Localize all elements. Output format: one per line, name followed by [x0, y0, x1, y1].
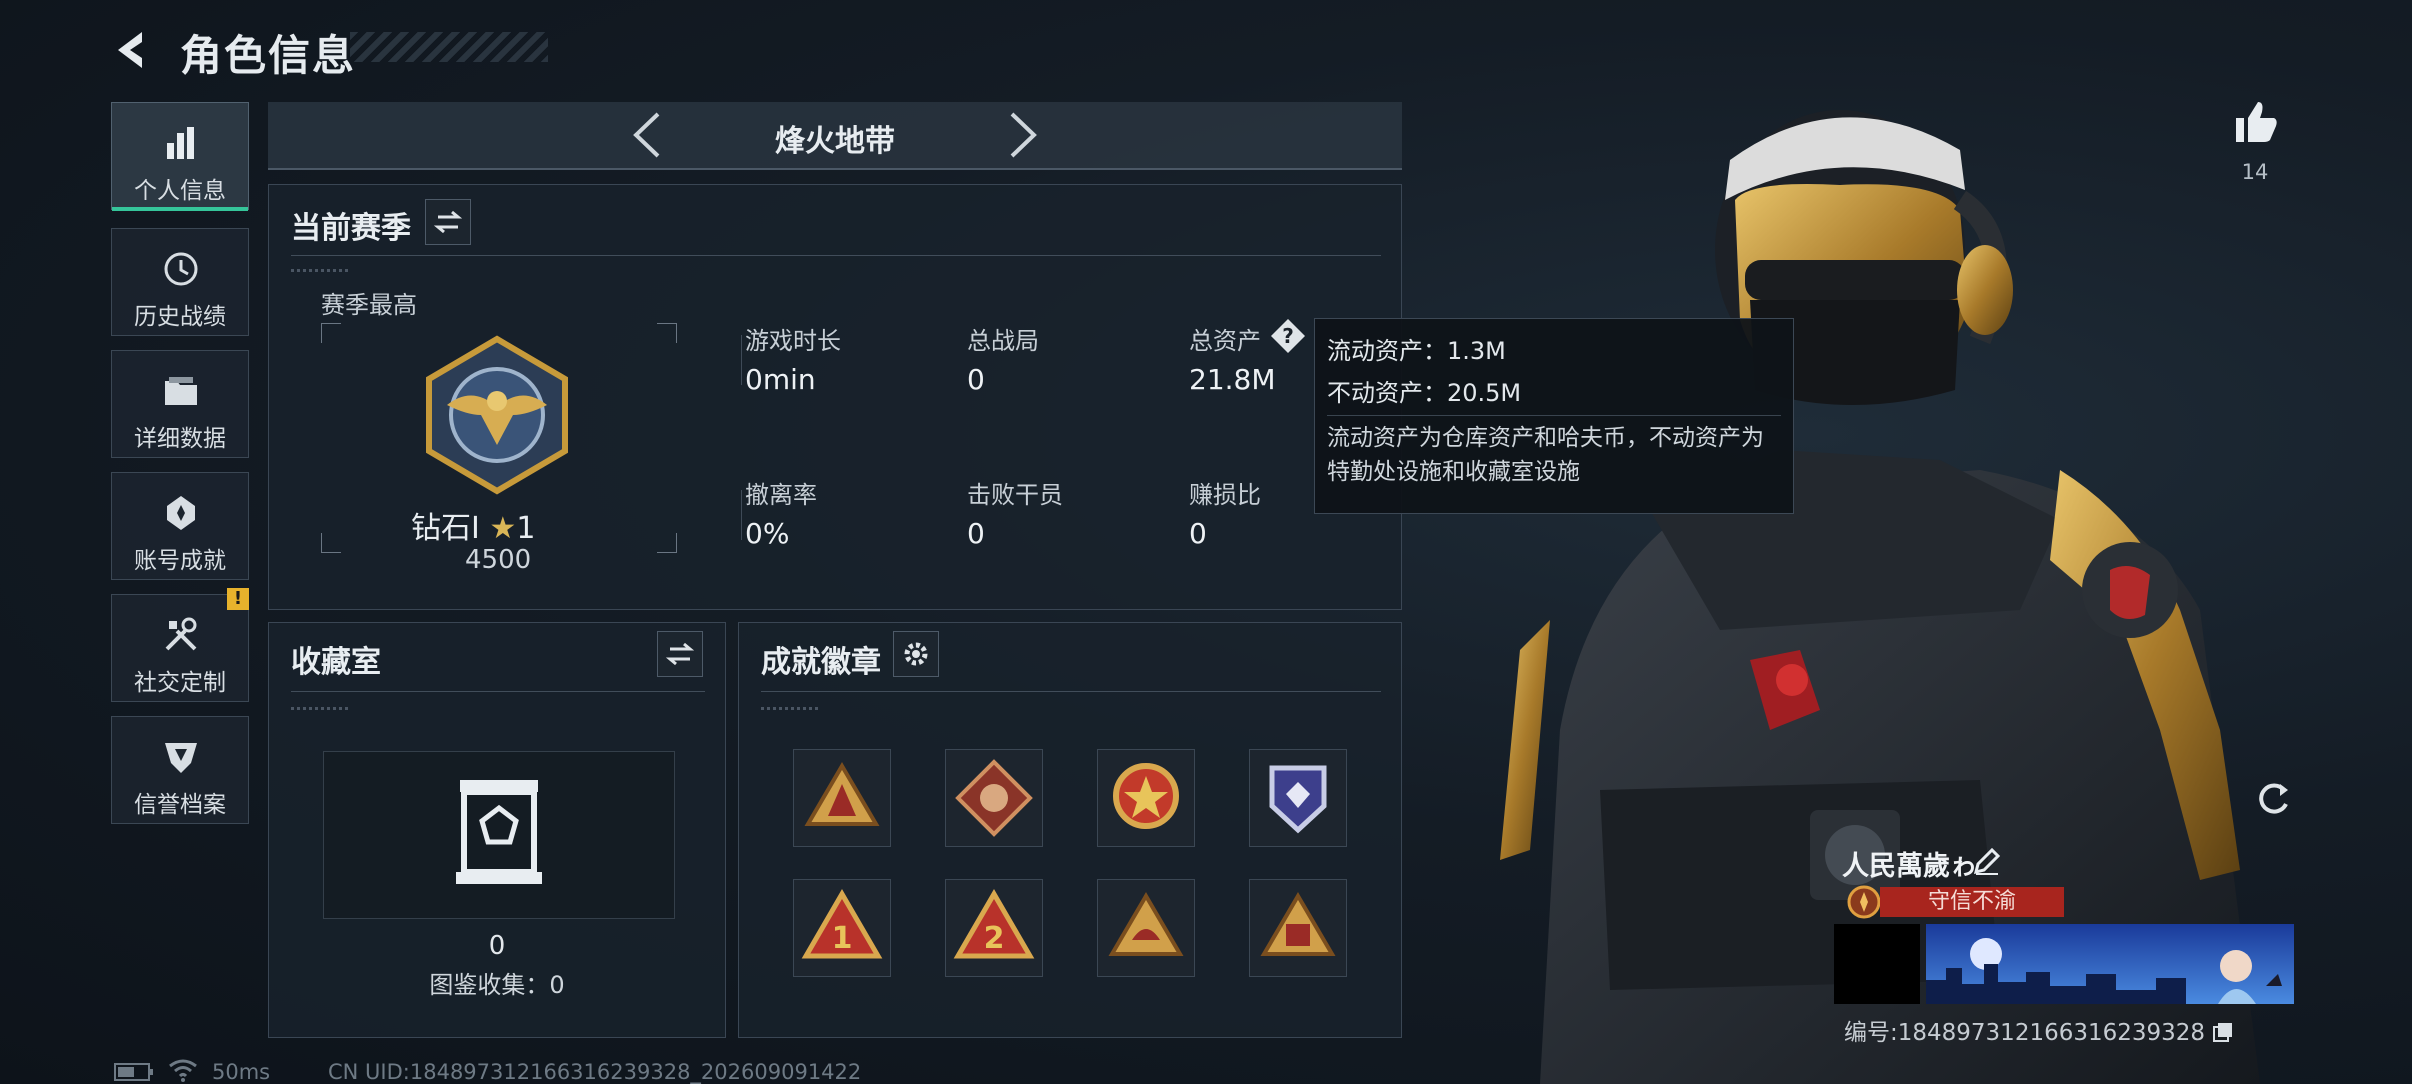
svg-text:1: 1	[832, 921, 853, 956]
sidebar-item-reputation[interactable]: 信誉档案	[111, 716, 249, 824]
stat-value-extract-rate: 0%	[745, 517, 790, 550]
sidebar-item-label: 历史战绩	[134, 304, 226, 330]
stat-label-play-time: 游戏时长	[745, 327, 841, 355]
achievement-badge[interactable]	[793, 749, 891, 847]
sidebar-item-social[interactable]: 社交定制	[111, 594, 249, 702]
copy-icon[interactable]	[2212, 1021, 2234, 1043]
like-count: 14	[2241, 160, 2269, 184]
reputation-emblem-icon	[1847, 885, 1881, 919]
sidebar-item-label: 信誉档案	[134, 792, 226, 818]
ping-text: 50ms	[212, 1060, 271, 1084]
season-switch-button[interactable]	[425, 199, 471, 245]
back-arrow-icon[interactable]	[112, 28, 156, 72]
display-case-icon	[456, 780, 542, 884]
season-best-label: 赛季最高	[321, 291, 417, 319]
achievement-badge[interactable]	[1097, 749, 1195, 847]
sidebar-item-personal-info[interactable]: 个人信息	[111, 102, 249, 211]
sidebar-item-history[interactable]: 历史战绩	[111, 228, 249, 336]
season-title: 当前赛季	[291, 211, 411, 246]
player-uid: 编号:1848973121663162393​28	[1844, 1013, 2234, 1047]
star-icon: ★	[489, 511, 517, 546]
reputation-label: 守信不渝	[1927, 889, 2016, 914]
page-title: 角色信息	[180, 31, 357, 80]
svg-text:2: 2	[984, 921, 1005, 956]
stat-label-extract-rate: 撤离率	[745, 481, 817, 509]
edit-pencil-icon[interactable]	[1972, 846, 2002, 876]
tooltip-fixed-assets: 不动资产：20.5M	[1327, 379, 1522, 407]
collection-title: 收藏室	[291, 645, 381, 680]
shield-icon	[165, 743, 197, 773]
sidebar-item-label: 个人信息	[134, 178, 226, 204]
gear-icon	[904, 642, 928, 666]
chevron-right-icon[interactable]	[1006, 110, 1042, 160]
stat-label-operators-defeated: 击败干员	[967, 481, 1063, 509]
collection-panel: 收藏室 0 图鉴收集：0	[268, 622, 726, 1038]
wifi-icon	[169, 1059, 197, 1082]
achievement-badge[interactable]: 2	[945, 879, 1043, 977]
swap-icon	[433, 210, 463, 234]
stat-value-operators-defeated: 0	[967, 517, 985, 550]
badges-settings-button[interactable]	[893, 631, 939, 677]
player-banner[interactable]	[1926, 924, 2294, 1004]
collection-preview[interactable]	[323, 751, 675, 919]
rank-one-badge-icon: 1	[801, 889, 883, 959]
sidebar-item-label: 社交定制	[134, 670, 226, 696]
achievement-icon	[167, 496, 195, 530]
collection-switch-button[interactable]	[657, 631, 703, 677]
rank-two-badge-icon: 2	[953, 889, 1035, 959]
triangle-soldier-badge-icon	[804, 762, 880, 826]
achievement-badge[interactable]	[1249, 879, 1347, 977]
achievement-badge[interactable]	[1249, 749, 1347, 847]
stat-value-play-time: 0min	[745, 363, 816, 396]
history-icon	[164, 252, 198, 286]
diamond-rank-emblem-icon	[426, 335, 568, 495]
mode-selector: 烽火地带	[268, 102, 1402, 170]
stat-value-total-matches: 0	[967, 363, 985, 396]
thumbs-up-icon[interactable]	[2230, 96, 2280, 146]
svg-text:?: ?	[1282, 324, 1294, 348]
rank-name: 钻石Ⅰ	[411, 511, 480, 546]
stat-label-profit-ratio: 赚损比	[1189, 481, 1261, 509]
swap-icon	[665, 642, 695, 666]
badges-title: 成就徽章	[761, 645, 881, 680]
stat-label-total-assets: 总资产	[1189, 327, 1261, 355]
rotate-icon[interactable]	[2252, 778, 2294, 820]
rank-points: 4500	[465, 545, 532, 575]
notification-badge: !	[227, 588, 249, 610]
bar-chart-icon	[167, 127, 194, 159]
mode-label: 烽火地带	[775, 124, 895, 159]
stat-value-profit-ratio: 0	[1189, 517, 1207, 550]
rank-star-count: 1	[516, 511, 536, 546]
shield-medal-badge-icon	[1269, 765, 1327, 834]
tooltip-liquid-assets: 流动资产：1.3M	[1327, 337, 1506, 365]
folder-icon	[165, 377, 197, 405]
sidebar-item-label: 详细数据	[134, 426, 226, 452]
achievement-badge[interactable]: 1	[793, 879, 891, 977]
star-medal-badge-icon	[1113, 763, 1179, 829]
season-panel: 当前赛季 赛季最高 钻石Ⅰ ★1 4500 游戏时长 0min 总战局 0 总资…	[268, 184, 1402, 610]
tools-icon	[165, 617, 197, 651]
tooltip-description: 流动资产为仓库资产和哈夫币，不动资产为特勤处设施和收藏室设施	[1327, 425, 1764, 485]
player-avatar[interactable]	[1834, 924, 1920, 1004]
stat-label-total-matches: 总战局	[967, 327, 1039, 355]
collection-count: 0	[488, 931, 506, 961]
help-icon[interactable]: ?	[1269, 317, 1307, 355]
sidebar-item-detailed-data[interactable]: 详细数据	[111, 350, 249, 458]
player-uid-text: 编号:1848973121663162393​28	[1844, 1020, 2206, 1046]
achievement-badge[interactable]	[1097, 879, 1195, 977]
title-decoration	[350, 32, 548, 62]
sidebar-item-label: 账号成就	[134, 548, 226, 574]
triangle-squad-badge-icon	[1260, 892, 1336, 956]
sidebar-item-achievements[interactable]: 账号成就	[111, 472, 249, 580]
achievement-badge[interactable]	[945, 749, 1043, 847]
collection-catalog: 图鉴收集：0	[429, 971, 565, 999]
cn-uid-text: CN UID:18489731216631623932​8_2026090914…	[328, 1060, 862, 1084]
dragon-diamond-badge-icon	[955, 759, 1033, 837]
assets-tooltip: 流动资产：1.3M 不动资产：20.5M 流动资产为仓库资产和哈夫币，不动资产为…	[1314, 318, 1794, 514]
player-name: 人民萬歲ゎ	[1842, 851, 1977, 882]
badges-panel: 成就徽章 1 2	[738, 622, 1402, 1038]
stat-value-total-assets: 21.8M	[1189, 363, 1276, 396]
triangle-helmet-badge-icon	[1108, 892, 1184, 956]
battery-icon	[114, 1063, 153, 1081]
